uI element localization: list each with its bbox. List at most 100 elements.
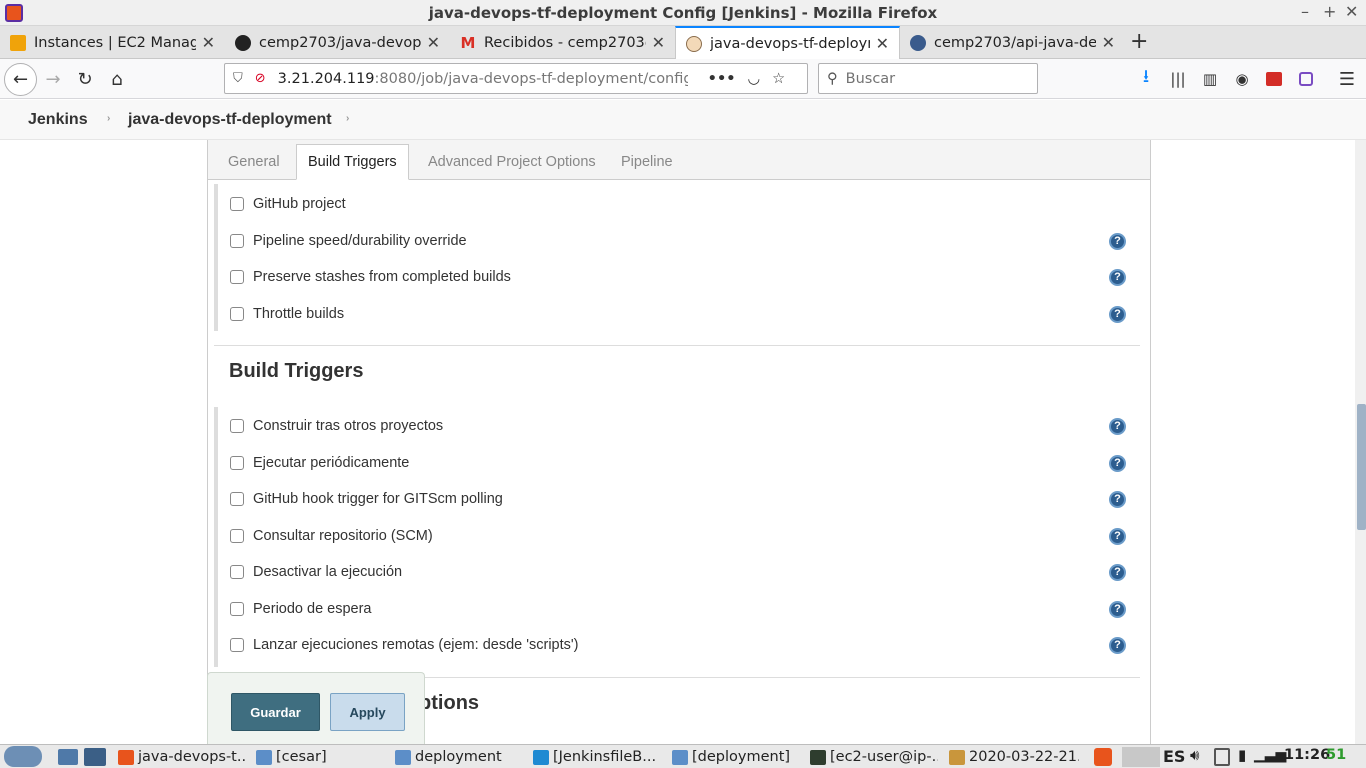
save-bar: Guardar Apply — [207, 672, 425, 744]
close-tab-icon[interactable]: ✕ — [876, 34, 889, 53]
pipeline-speed-checkbox[interactable] — [230, 234, 244, 248]
battery-icon[interactable]: ▮ — [1238, 746, 1246, 764]
close-tab-icon[interactable]: ✕ — [652, 33, 665, 52]
taskbar-item-vscode[interactable]: [JenkinsfileB... — [533, 747, 661, 767]
apply-button[interactable]: Apply — [330, 693, 405, 731]
forward-button[interactable]: → — [38, 65, 68, 93]
tab-pipeline[interactable]: Pipeline — [610, 144, 684, 180]
account-button[interactable]: ◉ — [1227, 65, 1257, 93]
throttle-builds-checkbox[interactable] — [230, 307, 244, 321]
github-icon — [235, 34, 251, 51]
reload-button[interactable]: ↻ — [70, 65, 100, 93]
battery-level: 51 — [1326, 747, 1347, 763]
periodic-checkbox[interactable] — [230, 456, 244, 470]
help-icon[interactable]: ? — [1109, 232, 1126, 250]
home-button[interactable]: ⌂ — [102, 65, 132, 93]
clock[interactable]: 11:26 — [1284, 747, 1330, 763]
start-menu-icon[interactable] — [4, 746, 42, 767]
pocket-icon[interactable]: ◡ — [747, 71, 760, 87]
disable-checkbox[interactable] — [230, 565, 244, 579]
browser-tab-github-1[interactable]: cemp2703/java-devops-tf ✕ — [225, 26, 450, 59]
section-indicator — [214, 184, 218, 331]
help-icon[interactable]: ? — [1109, 454, 1126, 472]
config-tabs: General Build Triggers Advanced Project … — [208, 140, 1150, 180]
option-github-project: GitHub project — [230, 192, 1142, 216]
menu-button[interactable]: ☰ — [1332, 65, 1362, 93]
hamburger-menu-icon: ☰ — [1338, 68, 1356, 90]
library-icon: ||| — [1170, 70, 1186, 88]
clipboard-icon[interactable] — [1214, 748, 1230, 766]
back-button[interactable]: ← — [4, 63, 37, 96]
preserve-stashes-checkbox[interactable] — [230, 270, 244, 284]
tab-advanced-project-options[interactable]: Advanced Project Options — [417, 144, 607, 180]
build-after-checkbox[interactable] — [230, 419, 244, 433]
keyboard-layout[interactable]: ES — [1163, 747, 1185, 766]
breadcrumb-jenkins[interactable]: Jenkins — [28, 111, 88, 129]
help-icon[interactable]: ? — [1109, 490, 1126, 508]
help-icon[interactable]: ? — [1109, 563, 1126, 581]
build-triggers-heading: Build Triggers — [229, 360, 364, 382]
taskbar-item-image[interactable]: 2020-03-22-21... — [949, 747, 1079, 767]
window-titlebar: java-devops-tf-deployment Config [Jenkin… — [0, 0, 1366, 26]
maximize-icon[interactable]: + — [1323, 2, 1336, 21]
help-icon[interactable]: ? — [1109, 636, 1126, 654]
trigger-build-after-other: Construir tras otros proyectos ? — [230, 414, 1142, 438]
search-box[interactable]: ⚲ Buscar — [818, 63, 1038, 94]
help-icon[interactable]: ? — [1109, 417, 1126, 435]
help-icon[interactable]: ? — [1109, 305, 1126, 323]
sidebar-button[interactable]: ▥ — [1195, 65, 1225, 93]
window-title: java-devops-tf-deployment Config [Jenkin… — [428, 4, 938, 22]
remote-trigger-checkbox[interactable] — [230, 638, 244, 652]
help-icon[interactable]: ? — [1109, 600, 1126, 618]
sidebar-icon: ▥ — [1202, 70, 1218, 88]
taskbar-item-deployment[interactable]: deployment — [395, 747, 523, 767]
show-desktop-icon[interactable] — [58, 749, 78, 765]
close-tab-icon[interactable]: ✕ — [202, 33, 215, 52]
breadcrumb-job[interactable]: java-devops-tf-deployment — [128, 111, 332, 129]
page-actions-icon[interactable]: ••• — [708, 71, 736, 87]
save-button[interactable]: Guardar — [231, 693, 320, 731]
extension-lastpass-button[interactable] — [1259, 65, 1289, 93]
trigger-periodic: Ejecutar periódicamente ? — [230, 451, 1142, 475]
browser-tab-gmail[interactable]: M Recibidos - cemp2703@gmail ✕ — [450, 26, 675, 59]
close-tab-icon[interactable]: ✕ — [1102, 33, 1115, 52]
github-hook-checkbox[interactable] — [230, 492, 244, 506]
chevron-right-icon[interactable]: › — [107, 113, 110, 124]
help-icon[interactable]: ? — [1109, 527, 1126, 545]
url-bar[interactable]: ⛉ ⊘ 3.21.204.119:8080/job/java-devops-tf… — [224, 63, 808, 94]
poll-scm-checkbox[interactable] — [230, 529, 244, 543]
taskbar-item-terminal[interactable]: [ec2-user@ip-... — [810, 747, 938, 767]
tab-build-triggers[interactable]: Build Triggers — [296, 144, 409, 180]
close-tab-icon[interactable]: ✕ — [427, 33, 440, 52]
chevron-right-icon[interactable]: › — [346, 113, 349, 124]
volume-icon[interactable]: 🔊︎ — [1190, 746, 1199, 764]
vscode-icon — [533, 749, 549, 765]
option-pipeline-speed: Pipeline speed/durability override ? — [230, 229, 1142, 253]
scrollbar-thumb[interactable] — [1357, 404, 1366, 530]
browser-tab-jenkins[interactable]: java-devops-tf-deployment ✕ — [675, 26, 900, 59]
tab-general[interactable]: General — [217, 144, 291, 180]
downloads-button[interactable]: ⭳ — [1131, 65, 1161, 93]
taskbar-item-deployment-2[interactable]: [deployment] — [672, 747, 800, 767]
extension-icon — [1299, 72, 1313, 86]
library-button[interactable]: ||| — [1163, 65, 1193, 93]
quiet-period-checkbox[interactable] — [230, 602, 244, 616]
signal-icon[interactable]: ▁▃▅ — [1254, 747, 1286, 763]
image-icon — [949, 749, 965, 765]
close-window-icon[interactable]: ✕ — [1345, 2, 1358, 21]
minimize-icon[interactable]: – — [1301, 2, 1309, 21]
app-launcher-icon[interactable] — [84, 748, 106, 766]
firefox-tray-icon[interactable] — [1094, 748, 1112, 766]
jenkins-icon — [686, 35, 702, 52]
new-tab-icon[interactable]: + — [1130, 29, 1148, 54]
browser-tab-ec2[interactable]: Instances | EC2 Manager ✕ — [0, 26, 225, 59]
taskbar-item-cesar[interactable]: [cesar] — [256, 747, 384, 767]
github-project-checkbox[interactable] — [230, 197, 244, 211]
search-icon: ⚲ — [827, 70, 838, 87]
taskbar-item-firefox[interactable]: java-devops-t... — [118, 747, 246, 767]
extension-button[interactable] — [1291, 65, 1321, 93]
help-icon[interactable]: ? — [1109, 268, 1126, 286]
browser-tab-github-2[interactable]: cemp2703/api-java-devops ✕ — [900, 26, 1125, 59]
config-panel: General Build Triggers Advanced Project … — [207, 140, 1151, 744]
bookmark-star-icon[interactable]: ☆ — [772, 71, 785, 87]
